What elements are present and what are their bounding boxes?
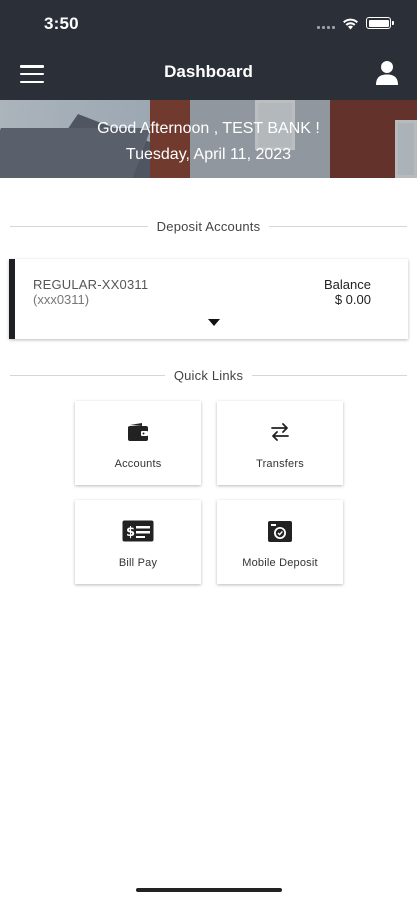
section-label: Deposit Accounts (156, 218, 261, 234)
balance-value: $ 0.00 (334, 292, 371, 307)
date-text: Tuesday, April 11, 2023 (125, 146, 292, 163)
section-label: Quick Links (173, 367, 244, 383)
account-name: REGULAR-XX0311 (33, 277, 149, 292)
caret-down-icon[interactable] (208, 319, 220, 326)
mobile-deposit-camera-icon (268, 521, 292, 542)
greeting-text: Good Afternoon , TEST BANK ! (97, 120, 320, 137)
quick-link-transfers[interactable]: Transfers (217, 401, 343, 485)
page-title: Dashboard (164, 62, 253, 81)
tile-label: Accounts (114, 458, 162, 470)
deposit-accounts-heading: Deposit Accounts (10, 216, 407, 236)
status-time: 3:50 (44, 14, 79, 33)
svg-text:$: $ (126, 525, 135, 540)
quick-link-mobile-deposit[interactable]: Mobile Deposit (217, 500, 343, 584)
battery-icon (366, 17, 394, 29)
account-number: (xxx0311) (33, 292, 90, 307)
quick-link-accounts[interactable]: Accounts (75, 401, 201, 485)
cellular-signal-icon (317, 17, 335, 29)
wallet-icon (128, 423, 148, 441)
quick-links-heading: Quick Links (10, 365, 408, 385)
status-icons (317, 15, 394, 31)
balance-label: Balance (324, 277, 371, 292)
tile-label: Bill Pay (118, 557, 158, 569)
quick-link-bill-pay[interactable]: $ Bill Pay (75, 500, 201, 584)
app-header: 3:50 Dashboard (0, 0, 417, 100)
welcome-banner (0, 100, 417, 178)
transfer-arrows-icon (271, 423, 289, 441)
tile-label: Transfers (256, 458, 304, 470)
user-profile-icon[interactable] (375, 60, 399, 86)
account-card[interactable]: REGULAR-XX0311 (xxx0311) Balance $ 0.00 (9, 259, 408, 339)
home-indicator[interactable] (136, 888, 282, 892)
wifi-icon (343, 18, 358, 29)
tile-label: Mobile Deposit (242, 557, 318, 569)
bill-pay-icon: $ (122, 520, 154, 542)
